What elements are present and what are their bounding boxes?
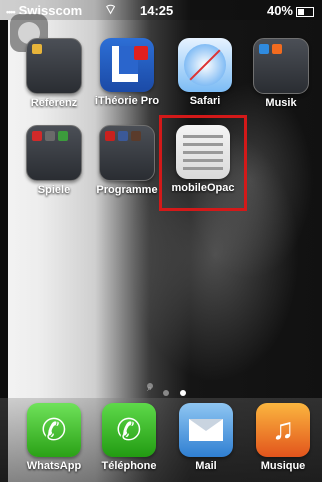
folder-icon [26,125,82,181]
folder-icon [253,38,309,94]
itheorie-icon [100,38,154,92]
music-note-icon: ♫ [271,413,295,446]
mini-app-icon [118,131,128,141]
mini-app-icon [32,131,42,141]
dock-app-telephone[interactable]: ✆ Téléphone [94,403,164,472]
music-icon: ♫ [256,403,310,457]
app-label: WhatsApp [26,460,82,472]
highlight-box [159,115,247,211]
dock-app-mail[interactable]: Mail [171,403,241,472]
app-label: Musique [260,460,306,472]
safari-icon [178,38,232,92]
app-label: Spiele [37,184,71,196]
app-label: Musik [265,97,297,109]
app-label: Safari [189,95,221,107]
battery-percent: 40% [266,3,293,18]
app-label: iThéorie Pro [94,95,160,107]
status-bar: •••• Swisscom ⌔ 14:25 40% [0,0,322,20]
app-label: Mail [195,460,217,472]
mini-app-icon [45,131,55,141]
folder-spiele[interactable]: Spiele [19,125,89,196]
battery-indicator: 40% [267,3,314,18]
app-itheorie-pro[interactable]: iThéorie Pro [92,38,162,107]
folder-musik[interactable]: Musik [246,38,316,109]
dock: ✆ WhatsApp ✆ Téléphone Mail ♫ Musique [0,398,322,482]
page-dot-active [179,390,186,396]
mini-app-icon [272,44,282,54]
mini-app-icon [58,131,68,141]
app-label: Téléphone [101,460,157,472]
envelope-shape [189,419,223,441]
home-screen: •••• Swisscom ⌔ 14:25 40% Referenz iThéor… [0,0,322,482]
dock-app-whatsapp[interactable]: ✆ WhatsApp [19,403,89,472]
whatsapp-icon: ✆ [27,403,81,457]
search-icon: ⌕ [147,383,153,393]
mini-app-icon [32,44,42,54]
folder-icon [99,125,155,181]
mini-app-icon [259,44,269,54]
status-time: 14:25 [140,3,174,18]
folder-referenz[interactable]: Referenz [19,38,89,109]
folder-icon [26,38,82,94]
swiss-cross-badge [134,46,148,60]
handset-icon: ✆ [116,413,142,447]
app-label: Programme [96,184,158,196]
folder-programme[interactable]: Programme [92,125,162,196]
dock-app-musique[interactable]: ♫ Musique [248,403,318,472]
battery-icon [296,6,314,17]
wifi-icon: ⌔ [104,1,118,17]
speech-bubble-icon: ✆ [41,413,67,447]
page-dot [163,390,170,396]
mail-icon [179,403,233,457]
phone-icon: ✆ [102,403,156,457]
app-safari[interactable]: Safari [170,38,240,107]
envelope-icon [179,403,233,457]
mini-app-icon [105,131,115,141]
app-label: Referenz [30,97,78,109]
mini-app-icon [131,131,141,141]
